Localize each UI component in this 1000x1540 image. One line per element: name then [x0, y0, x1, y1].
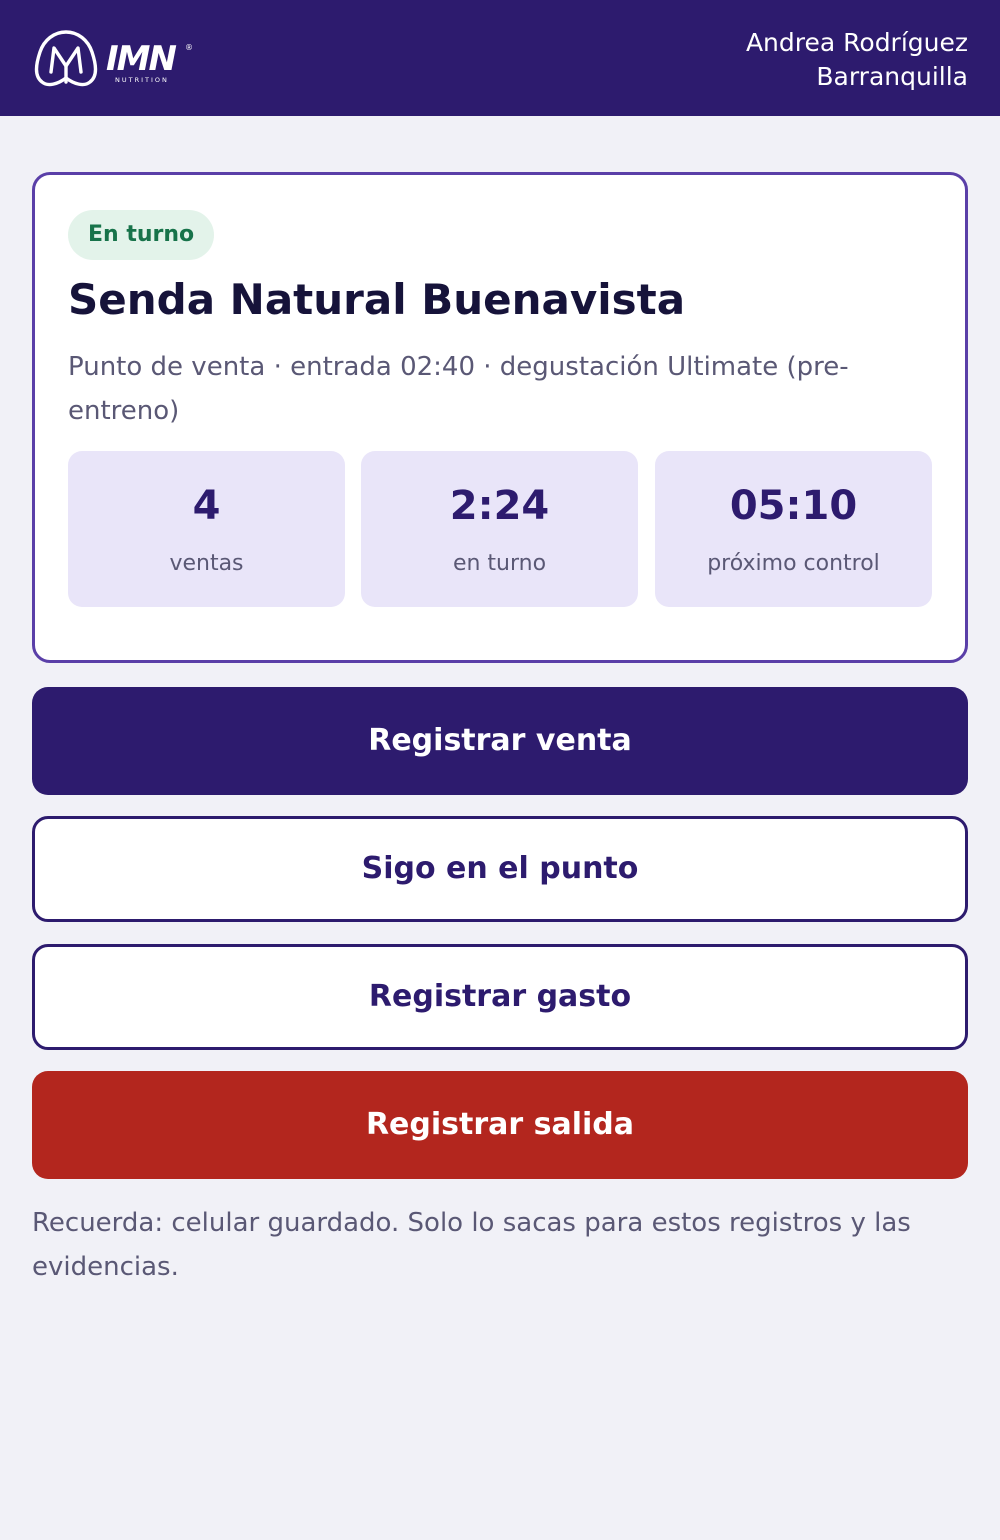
shift-details: Punto de venta · entrada 02:40 · degusta…: [68, 352, 849, 426]
app-header: IMN ® NUTRITION Andrea Rodríguez Barranq…: [0, 0, 1000, 116]
stat-sales: 4 ventas: [68, 451, 345, 607]
stat-next-check: 05:10 próximo control: [655, 451, 932, 607]
user-info: Andrea Rodríguez Barranquilla: [746, 26, 968, 94]
still-at-point-button[interactable]: Sigo en el punto: [32, 816, 968, 922]
shift-status-card: En turno Senda Natural Buenavista Punto …: [32, 172, 968, 663]
imn-nutrition-logo: IMN ® NUTRITION: [34, 30, 193, 87]
stat-value: 2:24: [449, 483, 550, 529]
brand-tagline: NUTRITION: [115, 76, 169, 84]
registered-mark: ®: [185, 43, 193, 52]
stat-label: en turno: [452, 551, 547, 576]
register-exit-button[interactable]: Registrar salida: [32, 1071, 968, 1179]
stat-value: 05:10: [729, 483, 858, 529]
phone-reminder-note: Recuerda: celular guardado. Solo lo saca…: [32, 1208, 911, 1282]
store-name: Senda Natural Buenavista: [68, 275, 686, 324]
user-city: Barranquilla: [816, 62, 968, 91]
stat-label: próximo control: [707, 551, 880, 576]
register-expense-button[interactable]: Registrar gasto: [32, 944, 968, 1050]
register-sale-button[interactable]: Registrar venta: [32, 687, 968, 795]
brand-wordmark: IMN: [106, 39, 176, 79]
shift-status-badge: En turno: [68, 210, 215, 260]
stat-label: ventas: [169, 551, 244, 576]
user-name: Andrea Rodríguez: [745, 28, 968, 57]
shift-stats: 4 ventas 2:24 en turno 05:10 próximo con…: [68, 451, 932, 607]
stat-value: 4: [192, 483, 221, 529]
stat-shift-time: 2:24 en turno: [361, 451, 638, 607]
